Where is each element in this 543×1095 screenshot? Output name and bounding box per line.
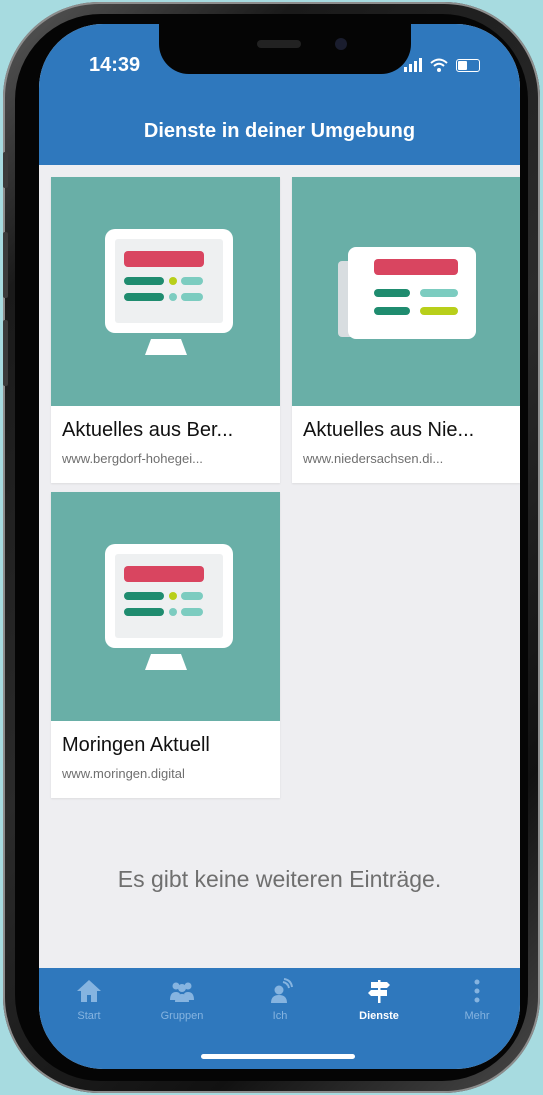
- card-title: Moringen Aktuell: [62, 734, 210, 756]
- group-icon: [170, 982, 194, 1002]
- service-card[interactable]: Moringen Aktuell www.moringen.digital: [51, 492, 280, 798]
- service-card[interactable]: Aktuelles aus Ber... www.bergdorf-hohege…: [51, 177, 280, 483]
- card-url: www.bergdorf-hohegei...: [62, 451, 203, 466]
- tab-ich[interactable]: Ich: [237, 978, 323, 1034]
- service-card[interactable]: Aktuelles aus Nie... www.niedersachsen.d…: [292, 177, 520, 483]
- tab-gruppen[interactable]: Gruppen: [139, 978, 225, 1034]
- app-screen: 14:39 Dienste in deiner Umgebung Aktuell…: [39, 24, 520, 1069]
- status-time: 14:39: [89, 54, 141, 76]
- card-thumbnail: [51, 492, 280, 721]
- signal-icon: [404, 58, 422, 72]
- monitor-icon: [105, 229, 233, 355]
- battery-icon: [456, 59, 480, 72]
- tab-dienste[interactable]: Dienste: [336, 978, 422, 1034]
- card-title: Aktuelles aus Ber...: [62, 419, 234, 441]
- card-url: www.moringen.digital: [62, 766, 185, 781]
- status-icons: [404, 56, 480, 72]
- more-icon: [474, 979, 480, 1003]
- card-title: Aktuelles aus Nie...: [303, 419, 475, 441]
- wifi-icon: [430, 58, 448, 72]
- phone-frame: 14:39 Dienste in deiner Umgebung Aktuell…: [3, 2, 540, 1093]
- card-thumbnail: [51, 177, 280, 406]
- home-indicator[interactable]: [201, 1054, 355, 1059]
- monitor-icon: [105, 544, 233, 670]
- tab-label: Mehr: [464, 1010, 490, 1022]
- card-url: www.niedersachsen.di...: [303, 451, 444, 466]
- tab-label: Ich: [272, 1010, 288, 1022]
- person-icon: [271, 978, 293, 1003]
- tab-mehr[interactable]: Mehr: [434, 978, 520, 1034]
- mute-switch: [3, 152, 8, 188]
- volume-down-button: [3, 320, 8, 386]
- page-title: Dienste in deiner Umgebung: [143, 120, 416, 142]
- newspaper-icon: [338, 247, 476, 339]
- volume-up-button: [3, 232, 8, 298]
- notch: [159, 24, 411, 74]
- tab-label: Dienste: [359, 1010, 399, 1022]
- card-thumbnail: [292, 177, 520, 406]
- tab-label: Gruppen: [160, 1010, 204, 1022]
- speaker: [257, 40, 301, 48]
- signpost-icon: [368, 980, 390, 1003]
- tab-start[interactable]: Start: [46, 978, 132, 1034]
- tab-label: Start: [77, 1010, 101, 1022]
- home-icon: [77, 980, 101, 1002]
- empty-message: Es gibt keine weiteren Einträge.: [117, 866, 442, 892]
- front-camera: [335, 38, 347, 50]
